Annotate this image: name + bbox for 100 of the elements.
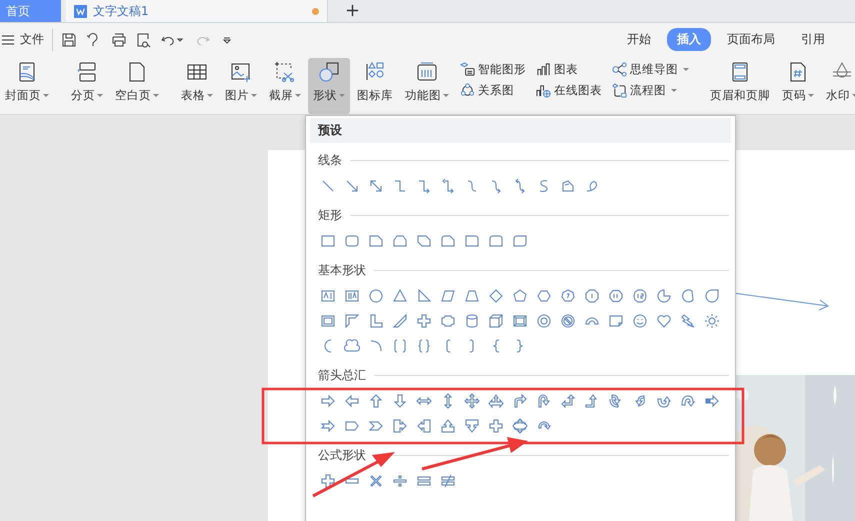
right-arrow-callout-icon[interactable]	[392, 418, 408, 434]
freeform-icon[interactable]	[560, 178, 576, 194]
cloud-icon[interactable]	[344, 338, 360, 354]
teardrop-icon[interactable]	[704, 288, 720, 304]
ribbon-button[interactable]: 截屏	[264, 58, 306, 114]
u-turn-arrow-icon[interactable]	[536, 392, 552, 408]
ribbon-button[interactable]: 图表	[536, 62, 602, 77]
pie-icon[interactable]	[656, 288, 672, 304]
ribbon-button[interactable]: 水印	[821, 58, 855, 114]
text-box-icon[interactable]	[320, 288, 336, 304]
quad-arrow-icon[interactable]	[464, 392, 480, 408]
elbow-double-arrow-icon[interactable]	[440, 178, 456, 194]
right-arrow-icon[interactable]	[320, 392, 336, 408]
save-icon[interactable]	[61, 32, 77, 48]
ribbon-button[interactable]: 关系图	[460, 83, 526, 98]
down-arrow-icon[interactable]	[392, 392, 408, 408]
ribbon-button[interactable]: 页眉和页脚	[705, 58, 775, 114]
left-up-arrow-icon[interactable]	[560, 392, 576, 408]
flowchart-icon	[612, 83, 627, 98]
cube-icon[interactable]	[488, 312, 504, 328]
smiley-icon[interactable]	[632, 312, 648, 328]
bent-arrow-icon[interactable]	[512, 392, 528, 408]
plaque-icon[interactable]	[440, 312, 456, 328]
ribbon-tab[interactable]: 页面布局	[717, 28, 785, 51]
not-equal-icon[interactable]	[440, 472, 456, 488]
donut-icon[interactable]	[536, 312, 552, 328]
plus-arrow-callout-icon[interactable]	[488, 418, 504, 434]
bevel-icon[interactable]	[512, 312, 528, 328]
ribbon-button[interactable]: 形状	[308, 58, 350, 114]
cross-icon[interactable]	[416, 312, 432, 328]
multiply-icon[interactable]	[368, 472, 384, 488]
decagon-icon[interactable]	[608, 288, 624, 304]
new-tab-icon[interactable]	[346, 4, 359, 17]
curved-down-arrow-icon[interactable]	[680, 392, 696, 408]
triangle-icon[interactable]	[392, 288, 408, 304]
diamond-icon[interactable]	[488, 288, 504, 304]
dodecagon-icon[interactable]	[632, 288, 648, 304]
half-frame-icon[interactable]	[344, 312, 360, 328]
line-icon[interactable]	[320, 178, 336, 194]
file-menu[interactable]: 文件	[0, 31, 44, 48]
heart-icon[interactable]	[656, 312, 672, 328]
folded-corner-icon[interactable]	[608, 312, 624, 328]
quad-arrow-callout-icon[interactable]	[512, 418, 528, 434]
left-right-up-arrow-icon[interactable]	[488, 392, 504, 408]
lightning-icon[interactable]	[680, 312, 696, 328]
rectangle-icon[interactable]	[320, 232, 336, 248]
print-preview-icon[interactable]	[136, 32, 152, 48]
hexagon-icon[interactable]	[536, 288, 552, 304]
division-icon[interactable]	[392, 472, 408, 488]
diagonal-stripe-icon[interactable]	[392, 312, 408, 328]
ribbon-button[interactable]: 流程图	[612, 83, 689, 98]
ribbon-tab[interactable]: 开始	[617, 28, 661, 51]
ribbon-button[interactable]: 表格	[176, 58, 218, 114]
double-arrow-line-icon[interactable]	[368, 178, 384, 194]
plus-icon[interactable]	[320, 472, 336, 488]
document-tab[interactable]: 文字文稿1	[66, 0, 328, 22]
double-brace-icon[interactable]	[416, 338, 432, 354]
pentagon-icon[interactable]	[512, 288, 528, 304]
arrow-line-icon[interactable]	[344, 178, 360, 194]
l-shape-icon[interactable]	[368, 312, 384, 328]
down-arrow-callout-icon[interactable]	[464, 418, 480, 434]
striped-right-arrow-icon[interactable]	[704, 392, 720, 408]
trapezoid-icon[interactable]	[464, 288, 480, 304]
elbow-connector-icon[interactable]	[392, 178, 408, 194]
frame-icon[interactable]	[320, 312, 336, 328]
bar-chart-icon	[536, 62, 551, 77]
notched-right-arrow-icon[interactable]	[320, 418, 336, 434]
ribbon-button[interactable]: 图片	[220, 58, 262, 114]
caret-icon	[683, 68, 689, 71]
ribbon-tab[interactable]: 引用	[791, 28, 835, 51]
ribbon-button[interactable]: 图标库	[352, 58, 398, 114]
no-symbol-icon[interactable]	[560, 312, 576, 328]
heptagon-icon[interactable]	[560, 288, 576, 304]
can-icon[interactable]	[464, 312, 480, 328]
ribbon-button[interactable]: 封面页	[0, 58, 54, 114]
ribbon-button[interactable]: 智能图形	[460, 62, 526, 77]
right-triangle-icon[interactable]	[416, 288, 432, 304]
double-bracket-icon[interactable]	[392, 338, 408, 354]
left-arrow-icon[interactable]	[344, 392, 360, 408]
up-arrow-callout-icon[interactable]	[440, 418, 456, 434]
parallelogram-icon[interactable]	[440, 288, 456, 304]
left-arrow-callout-icon[interactable]	[416, 418, 432, 434]
ribbon-button[interactable]: 思维导图	[612, 62, 689, 77]
chord-icon[interactable]	[680, 288, 696, 304]
ribbon-button[interactable]: 空白页	[110, 58, 164, 114]
vertical-text-box-icon[interactable]	[344, 288, 360, 304]
ribbon-button[interactable]: 功能图	[400, 58, 454, 114]
round-corner-rectangle-icon[interactable]	[464, 232, 480, 248]
ribbon-button[interactable]: 在线图表	[536, 83, 602, 98]
circle-icon[interactable]	[368, 288, 384, 304]
octagon-icon[interactable]	[584, 288, 600, 304]
ribbon-button[interactable]: 分页	[66, 58, 108, 114]
print-icon[interactable]	[111, 32, 127, 48]
sun-icon[interactable]	[704, 312, 720, 328]
bent-up-arrow-icon[interactable]	[584, 392, 600, 408]
section-title: 线条	[318, 152, 342, 168]
elbow-arrow-icon[interactable]	[416, 178, 432, 194]
arc-icon[interactable]	[368, 338, 384, 354]
ribbon-button[interactable]: 页码	[777, 58, 819, 114]
up-arrow-icon[interactable]	[368, 392, 384, 408]
